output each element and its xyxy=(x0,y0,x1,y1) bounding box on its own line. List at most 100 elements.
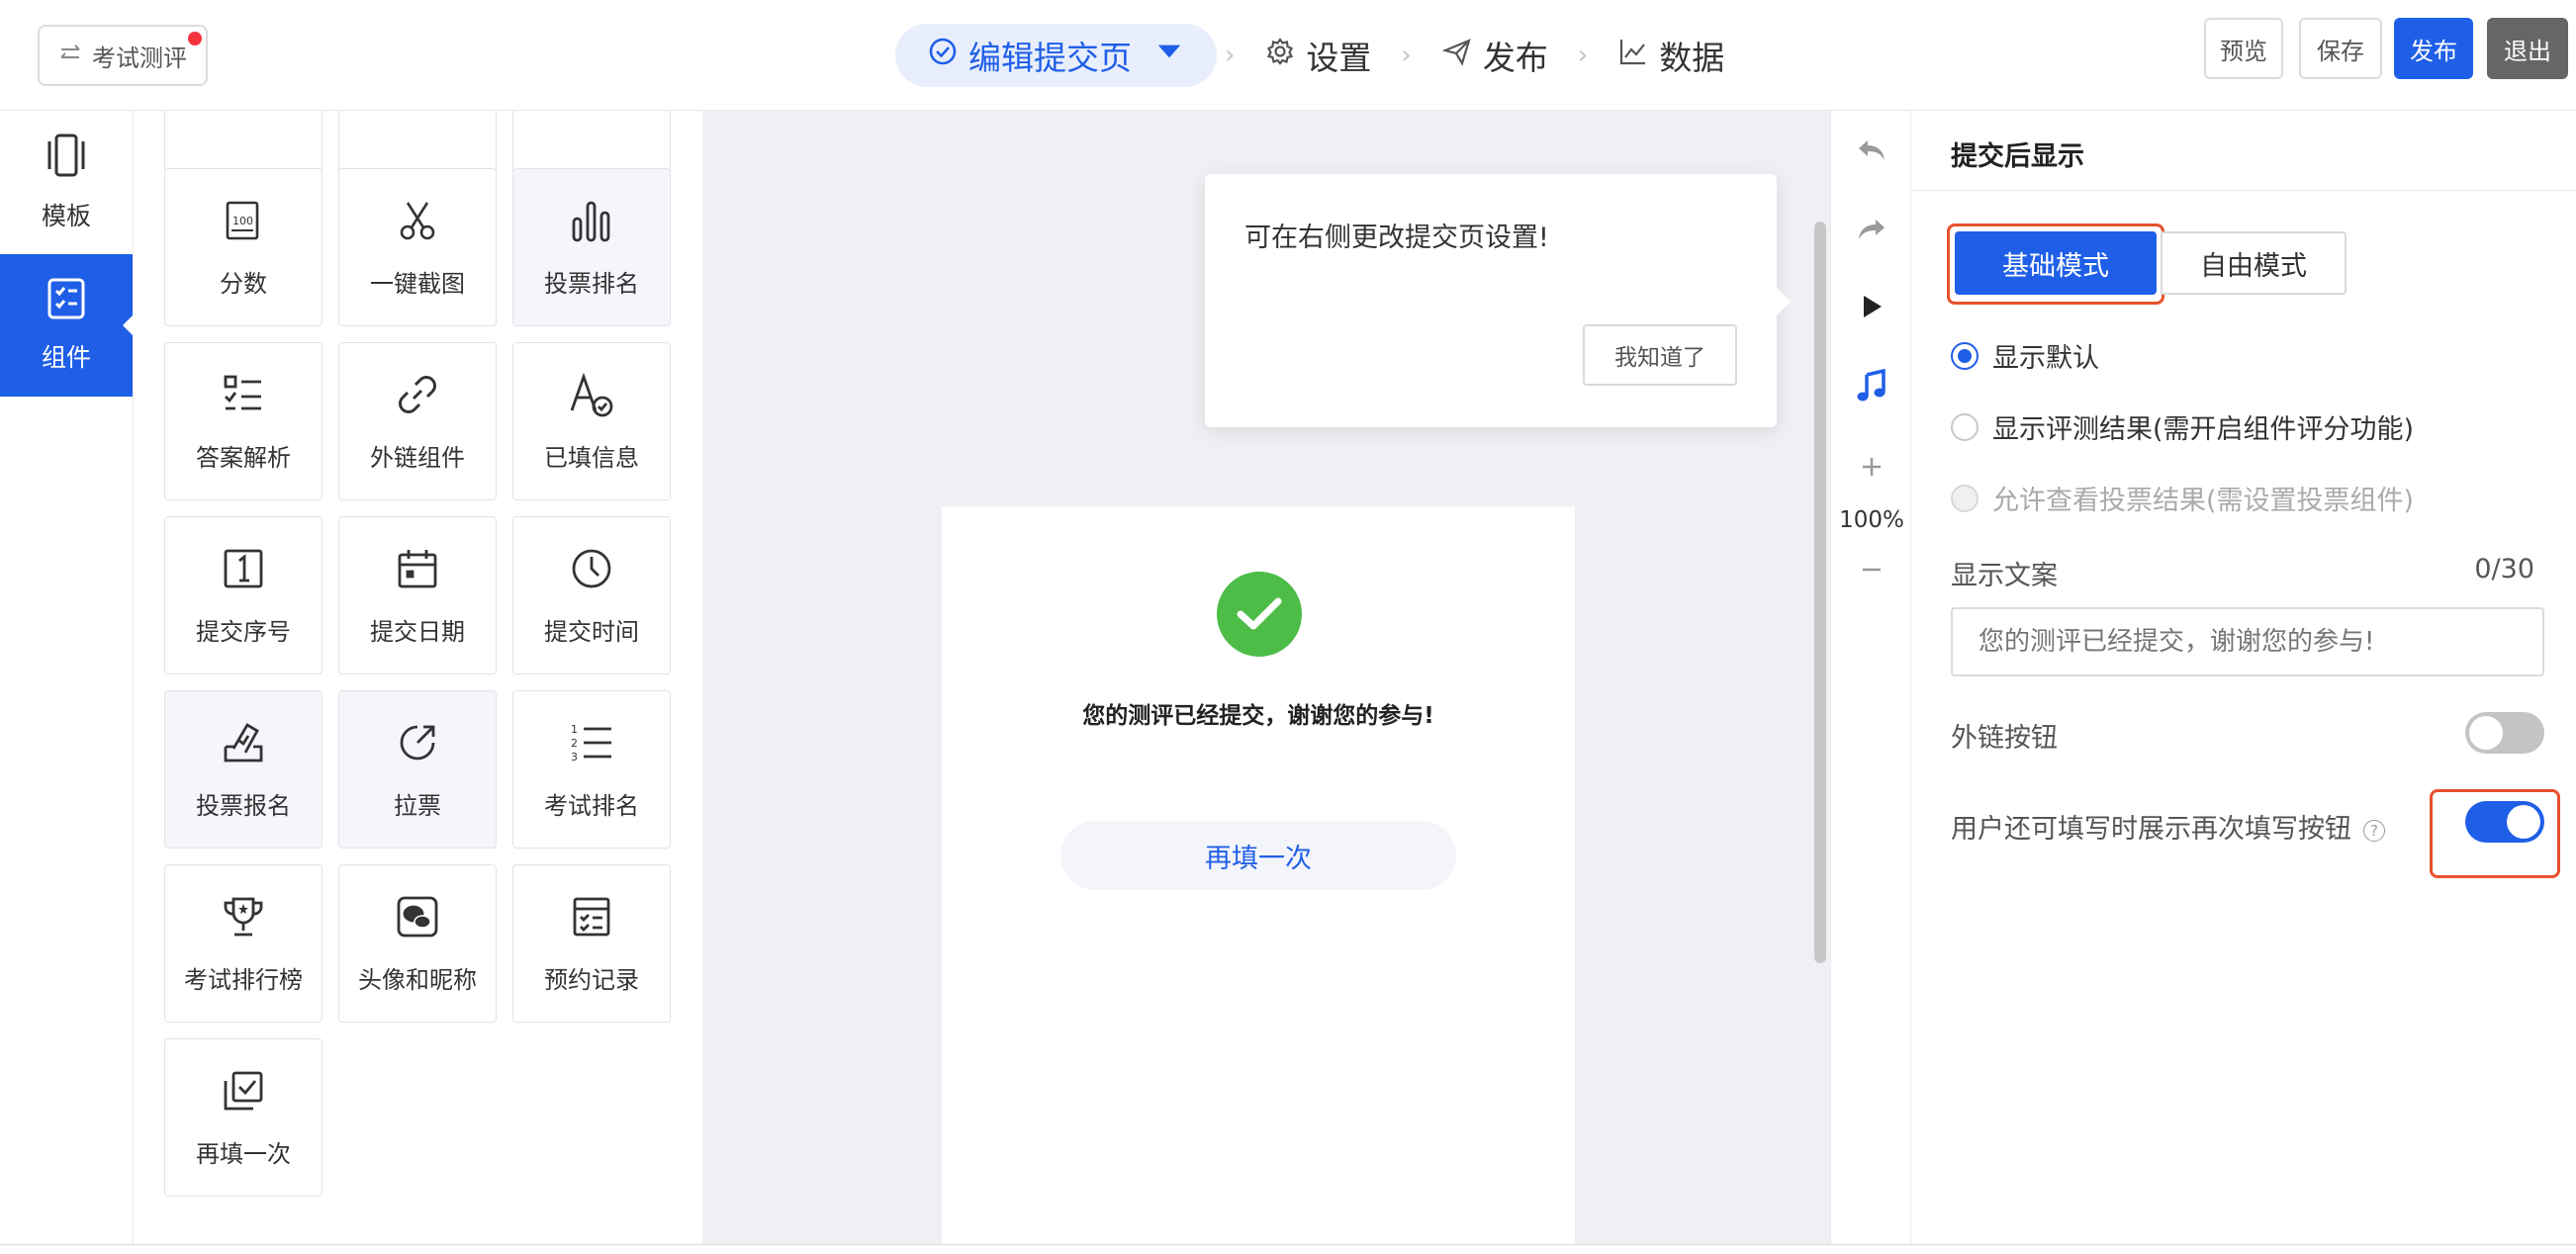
tile-label: 提交时间 xyxy=(544,617,639,646)
submit-settings-panel: 提交后显示 自由模式 基础模式 显示默认 显示评测结果(需开启组件评分功能) 允… xyxy=(1911,111,2576,1244)
component-tile-submit-time[interactable]: 提交时间 xyxy=(512,516,671,674)
nav-item-label: 组件 xyxy=(41,343,91,372)
notification-dot xyxy=(188,32,202,45)
refill-icon xyxy=(220,1067,267,1120)
editor-canvas: 您的测评已经提交，谢谢您的参与! 再填一次 可在右侧更改提交页设置! 我知道了 xyxy=(702,111,1830,1254)
filled-info-icon xyxy=(568,371,615,424)
radio-label: 显示默认 xyxy=(1992,343,2099,374)
radio-show-default[interactable]: 显示默认 xyxy=(1951,336,2099,375)
preview-button[interactable]: 预览 xyxy=(2204,18,2283,79)
svg-text:100: 100 xyxy=(232,215,253,227)
refill-button[interactable]: 再填一次 xyxy=(1060,821,1456,890)
component-tile-submit-number[interactable]: 提交序号 xyxy=(164,516,322,674)
play-icon[interactable] xyxy=(1831,285,1912,328)
component-tile-exam-leaderboard[interactable]: 考试排行榜 xyxy=(164,864,322,1023)
radio-button[interactable] xyxy=(1951,341,1978,370)
tile-label: 提交序号 xyxy=(196,617,291,646)
zoom-level: 100% xyxy=(1839,507,1904,533)
component-tile-vote-ranking[interactable]: 投票排名 xyxy=(512,168,671,326)
nav-item-components[interactable]: 组件 xyxy=(0,254,135,397)
divider xyxy=(1911,190,2576,191)
exit-button[interactable]: 退出 xyxy=(2487,18,2568,79)
svg-text:2: 2 xyxy=(571,737,578,750)
basic-mode-tab[interactable]: 基础模式 xyxy=(1955,231,2157,295)
save-button[interactable]: 保存 xyxy=(2299,18,2382,79)
settings-hint-popover: 可在右侧更改提交页设置! 我知道了 xyxy=(1205,174,1791,427)
undo-icon[interactable] xyxy=(1831,129,1912,172)
component-tile-external-link[interactable]: 外链组件 xyxy=(338,342,497,500)
submit-success-message: 您的测评已经提交，谢谢您的参与! xyxy=(1082,703,1434,729)
tile-label: 预约记录 xyxy=(544,965,639,994)
component-tile-avatar-nickname[interactable]: 头像和昵称 xyxy=(338,864,497,1023)
refill-button-toggle[interactable] xyxy=(2465,801,2544,843)
component-icon xyxy=(46,277,86,326)
left-navigation: 模板 组件 xyxy=(0,111,135,1244)
free-mode-tab[interactable]: 自由模式 xyxy=(2161,231,2346,295)
wechat-avatar-icon xyxy=(394,893,441,946)
component-palette: 100 分数 一键截图 投票排名 答案解析 外链组件 已填信息 提交序号 提交日… xyxy=(135,111,702,1244)
zoom-in-icon[interactable] xyxy=(1831,447,1912,487)
step-navigation: 编辑提交页 › 设置 › 发布 › 数据 xyxy=(895,24,1746,87)
tile-label: 考试排行榜 xyxy=(184,965,303,994)
radio-button[interactable] xyxy=(1951,412,1978,441)
redo-icon[interactable] xyxy=(1831,208,1912,251)
step-data[interactable]: 数据 xyxy=(1596,24,1746,87)
chevron-right-icon: › xyxy=(1225,41,1236,70)
canvas-scrollbar[interactable] xyxy=(1814,222,1826,963)
tile-label: 再填一次 xyxy=(196,1139,291,1168)
zoom-out-icon[interactable] xyxy=(1831,550,1912,589)
refill-toggle-label: 用户还可填写时展示再次填写按钮 xyxy=(1951,814,2351,845)
step-label: 编辑提交页 xyxy=(968,39,1132,77)
display-text-input[interactable] xyxy=(1951,607,2544,676)
trophy-icon xyxy=(220,893,267,946)
tile-label: 答案解析 xyxy=(196,443,291,472)
link-icon xyxy=(394,371,441,424)
appointment-icon xyxy=(568,893,615,946)
help-icon[interactable]: ? xyxy=(2363,819,2385,842)
nav-item-label: 模板 xyxy=(41,202,91,230)
component-tile-filled-info[interactable]: 已填信息 xyxy=(512,342,671,500)
step-settings[interactable]: 设置 xyxy=(1242,24,1393,87)
step-publish[interactable]: 发布 xyxy=(1420,24,1570,87)
gear-icon xyxy=(1264,36,1296,75)
refill-toggle-row: 用户还可填写时展示再次填写按钮? xyxy=(1951,807,2385,846)
tile-label: 投票排名 xyxy=(544,269,639,298)
back-to-exam-button[interactable]: 考试测评 xyxy=(38,25,208,86)
tile-label: 提交日期 xyxy=(370,617,465,646)
svg-text:1: 1 xyxy=(571,723,578,736)
paper-plane-icon xyxy=(1441,36,1473,75)
got-it-button[interactable]: 我知道了 xyxy=(1583,324,1737,386)
component-tile-appointment-record[interactable]: 预约记录 xyxy=(512,864,671,1023)
component-tile-submit-date[interactable]: 提交日期 xyxy=(338,516,497,674)
component-tile-score[interactable]: 100 分数 xyxy=(164,168,322,326)
number-one-icon xyxy=(220,545,267,598)
external-button-toggle[interactable] xyxy=(2465,712,2544,754)
tile-label: 拉票 xyxy=(394,791,441,820)
canvas-tools: 100% xyxy=(1830,111,1911,1244)
external-button-label: 外链按钮 xyxy=(1951,723,2058,754)
caret-down-icon[interactable] xyxy=(1153,36,1185,75)
nav-item-template[interactable]: 模板 xyxy=(0,111,133,253)
component-tile-refill[interactable]: 再填一次 xyxy=(164,1038,322,1197)
component-tile-screenshot[interactable]: 一键截图 xyxy=(338,168,497,326)
swap-arrows-icon xyxy=(58,42,82,69)
scissors-icon xyxy=(394,197,441,250)
tile-label: 投票报名 xyxy=(196,791,291,820)
component-tile-exam-ranking[interactable]: 123 考试排名 xyxy=(512,690,671,849)
bar-ranking-icon xyxy=(568,197,615,250)
radio-show-result[interactable]: 显示评测结果(需开启组件评分功能) xyxy=(1951,407,2414,446)
back-button-label: 考试测评 xyxy=(92,44,187,72)
toggle-knob xyxy=(2507,805,2540,839)
share-arrow-icon xyxy=(394,719,441,772)
chevron-right-icon: › xyxy=(1401,41,1412,70)
component-tile-vote-signup[interactable]: 投票报名 xyxy=(164,690,322,849)
component-tile-answer-analysis[interactable]: 答案解析 xyxy=(164,342,322,500)
component-tile-canvass[interactable]: 拉票 xyxy=(338,690,497,849)
tile-label: 外链组件 xyxy=(370,443,465,472)
line-chart-icon xyxy=(1617,36,1649,75)
music-note-icon[interactable] xyxy=(1831,364,1912,407)
step-edit-submit-page[interactable]: 编辑提交页 xyxy=(895,24,1217,87)
tile-label: 一键截图 xyxy=(370,269,465,298)
publish-button[interactable]: 发布 xyxy=(2394,18,2473,79)
ordered-list-icon: 123 xyxy=(568,719,615,772)
